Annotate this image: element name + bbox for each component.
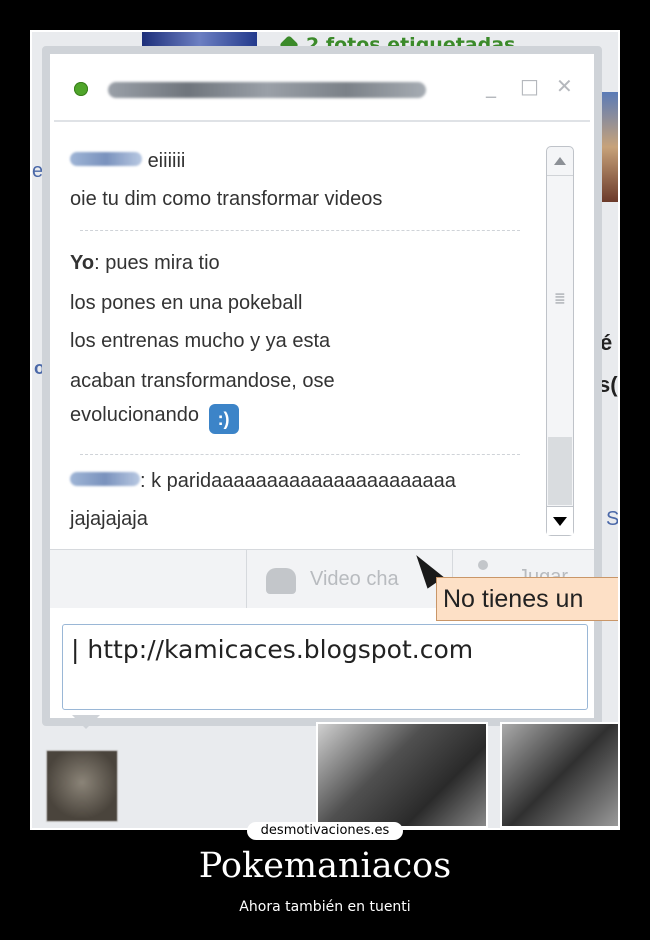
chat-message-input[interactable]: | http://kamicaces.blogspot.com: [62, 624, 588, 710]
photo-thumbnail[interactable]: [500, 722, 618, 828]
scroll-thumb[interactable]: [548, 437, 572, 505]
online-status-icon: [74, 82, 88, 96]
sender-name-blurred: [70, 152, 142, 166]
chat-input-value: | http://kamicaces.blogspot.com: [71, 635, 474, 664]
photo-thumbnail[interactable]: [316, 722, 488, 828]
edge-letter: S: [606, 508, 618, 530]
video-chat-button[interactable]: Video cha: [310, 568, 399, 591]
header-divider: [54, 120, 590, 122]
tooltip-text: No tienes un: [443, 585, 584, 613]
message-line: eiiiiii: [70, 150, 185, 173]
avatar[interactable]: [46, 750, 118, 822]
video-chat-icon[interactable]: [266, 568, 296, 594]
scroll-grip-icon: = =: [554, 288, 566, 310]
message-line: : k paridaaaaaaaaaaaaaaaaaaaaaa: [70, 470, 456, 493]
chat-header[interactable]: _ □ ✕: [50, 54, 594, 120]
message-line: evolucionando :): [70, 404, 239, 434]
site-watermark: desmotivaciones.es: [247, 822, 403, 840]
scroll-up-arrow-icon[interactable]: [547, 147, 573, 176]
poster-subtitle: Ahora también en tuenti: [239, 899, 411, 915]
message-line: acaban transformandose, ose: [70, 370, 335, 392]
message-line: los pones en una pokeball: [70, 292, 303, 314]
chat-window: _ □ ✕ eiiiiii oie tu dim como transforma…: [42, 46, 602, 726]
close-button[interactable]: ✕: [556, 74, 573, 98]
scroll-down-arrow-icon[interactable]: [547, 506, 573, 535]
message-line: los entrenas mucho y ya esta: [70, 330, 331, 352]
minimize-button[interactable]: _: [486, 74, 496, 98]
message-line: Yo: pues mira tio: [70, 252, 220, 274]
chat-scrollbar[interactable]: = =: [546, 146, 574, 536]
tooltip: No tienes un: [436, 577, 618, 621]
sender-name: Yo: [70, 252, 95, 274]
chat-pointer-notch: [72, 715, 100, 729]
game-icon[interactable]: [478, 560, 488, 570]
message-separator: [80, 230, 520, 231]
screenshot-area: 2 fotos etiquetadas e o é s( S _ □ ✕ eii…: [32, 32, 618, 828]
contact-name-blurred: [108, 82, 426, 98]
poster-title: Pokemaniacos: [198, 846, 452, 886]
smiley-emoticon-icon: :): [208, 404, 239, 434]
maximize-button[interactable]: □: [520, 74, 539, 98]
sender-name-blurred: [70, 472, 140, 486]
toolbar-divider: [246, 550, 247, 608]
message-line: jajajajaja: [70, 508, 148, 530]
message-separator: [80, 454, 520, 455]
message-line: oie tu dim como transformar videos: [70, 188, 383, 210]
